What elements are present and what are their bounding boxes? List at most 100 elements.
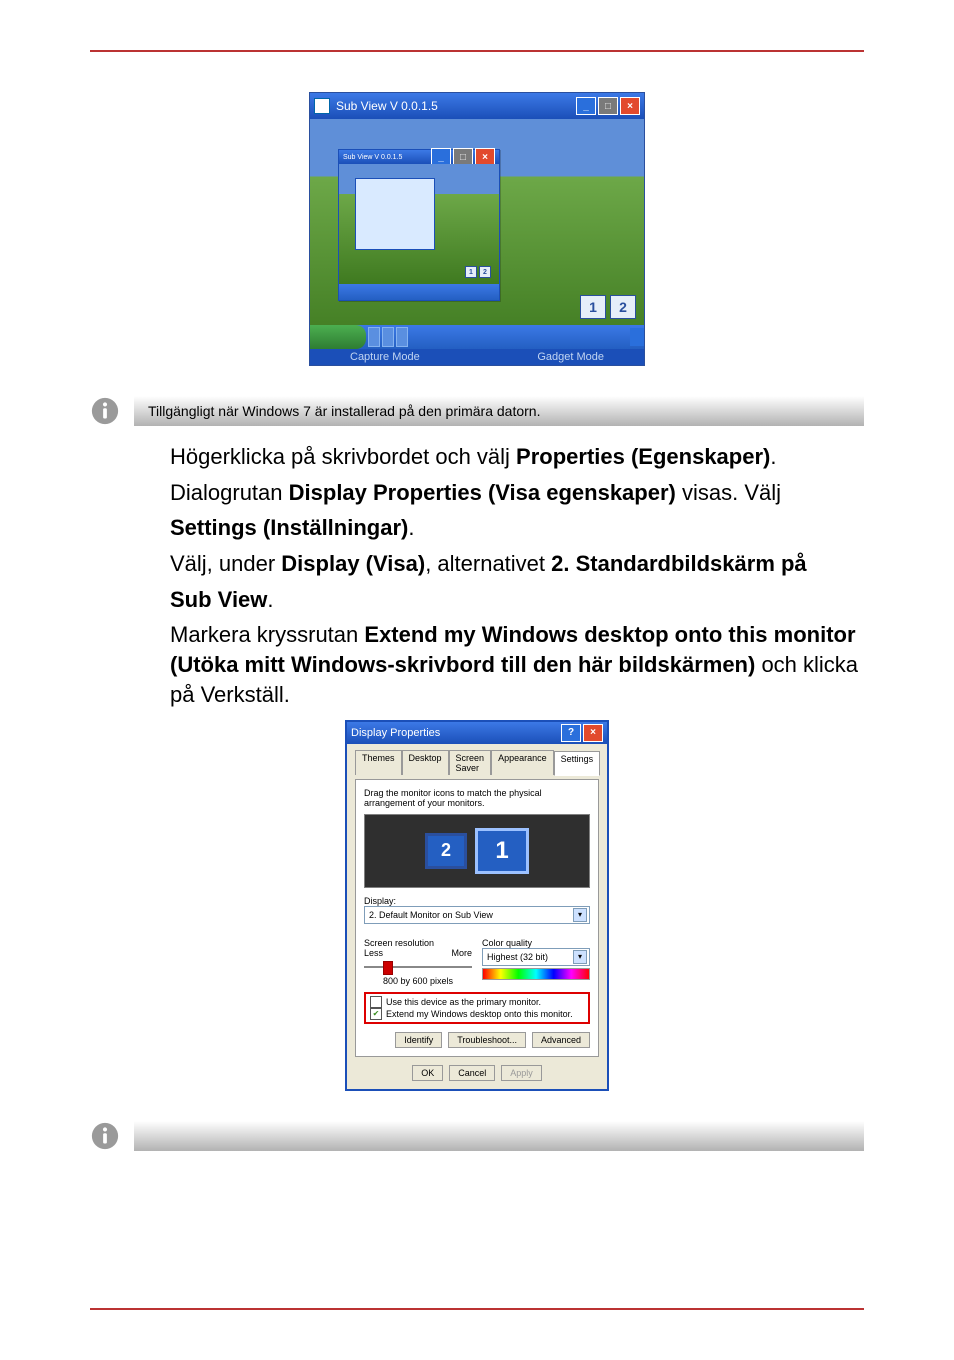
start-button[interactable] [310, 325, 366, 349]
color-quality-group: Color quality Highest (32 bit) ▾ [482, 930, 590, 986]
figure-display-properties: Display Properties ? × Themes Desktop Sc… [90, 720, 864, 1091]
outer-badge-1: 1 [580, 295, 606, 319]
dp-title: Display Properties [351, 727, 561, 739]
inner-monitor-badges: 1 2 [465, 266, 491, 278]
slider-thumb[interactable] [383, 961, 393, 975]
slider-labels: Less More [364, 948, 472, 958]
step-line-4: Välj, under Display (Visa), alternativet… [170, 549, 864, 579]
t-bold: Sub View [170, 587, 267, 612]
monitor-icon-2[interactable]: 2 [425, 833, 467, 869]
checkbox-extend-row: ✔ Extend my Windows desktop onto this mo… [370, 1008, 584, 1020]
info-row-1: Tillgängligt när Windows 7 är installera… [90, 396, 864, 426]
modes-row: Capture Mode Gadget Mode [310, 349, 644, 365]
subview-window: Sub View V 0.0.1.5 _ □ × Sub View V 0.0.… [309, 92, 645, 366]
t: visas. Välj [676, 480, 781, 505]
color-quality-value: Highest (32 bit) [487, 952, 548, 962]
checkbox-extend-label: Extend my Windows desktop onto this moni… [386, 1009, 573, 1019]
t: . [408, 515, 414, 540]
troubleshoot-button[interactable]: Troubleshoot... [448, 1032, 526, 1048]
taskbar-item-3[interactable] [396, 327, 408, 347]
dp-tabs: Themes Desktop Screen Saver Appearance S… [355, 750, 599, 775]
chevron-down-icon: ▾ [573, 950, 587, 964]
t-bold: 2. Standardbildskärm på [551, 551, 807, 576]
taskbar-item-1[interactable] [368, 327, 380, 347]
checkbox-primary[interactable] [370, 996, 382, 1008]
slider-label-more: More [451, 948, 472, 958]
subview-titlebar: Sub View V 0.0.1.5 _ □ × [310, 93, 644, 119]
top-horizontal-rule [90, 50, 864, 52]
step-line-5: Markera kryssrutan Extend my Windows des… [170, 620, 864, 709]
t: Högerklicka på skrivbordet och välj [170, 444, 516, 469]
window-buttons: _ □ × [576, 97, 640, 115]
apply-button[interactable]: Apply [501, 1065, 542, 1081]
system-tray[interactable] [630, 328, 644, 346]
info-band-2 [134, 1121, 864, 1151]
dp-button-row-1: Identify Troubleshoot... Advanced [364, 1032, 590, 1048]
taskbar-item-2[interactable] [382, 327, 394, 347]
monitor-arranger[interactable]: 2 1 [364, 814, 590, 888]
gadget-mode-label: Gadget Mode [537, 351, 604, 363]
minimize-button[interactable]: _ [576, 97, 596, 115]
cancel-button[interactable]: Cancel [449, 1065, 495, 1081]
info-icon [90, 396, 120, 426]
color-quality-select[interactable]: Highest (32 bit) ▾ [482, 948, 590, 966]
t-bold: Display Properties (Visa egenskaper) [289, 480, 676, 505]
inner-subview-window: Sub View V 0.0.1.5 _ □ × 1 2 [338, 149, 500, 301]
dp-help-button[interactable]: ? [561, 724, 581, 742]
step-line-2: Dialogrutan Display Properties (Visa ege… [170, 478, 864, 508]
identify-button[interactable]: Identify [395, 1032, 442, 1048]
resolution-group: Screen resolution Less More 800 by 600 p… [364, 930, 472, 986]
checkbox-primary-label: Use this device as the primary monitor. [386, 997, 541, 1007]
outer-badge-2: 2 [610, 295, 636, 319]
resolution-slider[interactable] [364, 960, 472, 974]
capture-mode-label: Capture Mode [350, 351, 420, 363]
t-bold: Display (Visa) [281, 551, 425, 576]
info-row-2 [90, 1121, 864, 1151]
outer-desktop: Sub View V 0.0.1.5 _ □ × 1 2 [310, 119, 644, 349]
tab-desktop[interactable]: Desktop [402, 750, 449, 775]
display-label: Display: [364, 896, 590, 906]
info-text-1: Tillgängligt när Windows 7 är installera… [148, 403, 540, 419]
slider-label-less: Less [364, 948, 383, 958]
tab-appearance[interactable]: Appearance [491, 750, 554, 775]
dp-settings-panel: Drag the monitor icons to match the phys… [355, 779, 599, 1057]
t: . [267, 587, 273, 612]
figure-subview-screenshot: Sub View V 0.0.1.5 _ □ × Sub View V 0.0.… [90, 92, 864, 366]
display-select[interactable]: 2. Default Monitor on Sub View ▾ [364, 906, 590, 924]
bottom-horizontal-rule [90, 1308, 864, 1310]
advanced-button[interactable]: Advanced [532, 1032, 590, 1048]
close-button[interactable]: × [620, 97, 640, 115]
doc-body-text: Högerklicka på skrivbordet och välj Prop… [170, 442, 864, 710]
t-bold: Settings (Inställningar) [170, 515, 408, 540]
subview-title: Sub View V 0.0.1.5 [336, 99, 576, 113]
tab-themes[interactable]: Themes [355, 750, 402, 775]
display-select-value: 2. Default Monitor on Sub View [369, 910, 493, 920]
maximize-button[interactable]: □ [598, 97, 618, 115]
t: Välj, under [170, 551, 281, 576]
dp-drag-instruction: Drag the monitor icons to match the phys… [364, 788, 590, 808]
slider-track [364, 966, 472, 968]
inner-title: Sub View V 0.0.1.5 [343, 154, 431, 161]
dp-titlebar: Display Properties ? × [347, 722, 607, 744]
info-icon [90, 1121, 120, 1151]
tab-settings[interactable]: Settings [554, 751, 601, 776]
dp-body: Themes Desktop Screen Saver Appearance S… [347, 744, 607, 1089]
t: Dialogrutan [170, 480, 289, 505]
outer-taskbar [310, 325, 644, 349]
monitor-icon-1[interactable]: 1 [475, 828, 529, 874]
display-properties-dialog: Display Properties ? × Themes Desktop Sc… [345, 720, 609, 1091]
app-icon [314, 98, 330, 114]
inner-taskbar [339, 284, 499, 300]
resolution-readout: 800 by 600 pixels [364, 976, 472, 986]
inner-badge-1: 1 [465, 266, 477, 278]
highlighted-checkboxes: Use this device as the primary monitor. … [364, 992, 590, 1024]
screen-resolution-label: Screen resolution [364, 938, 472, 948]
step-line-3: Settings (Inställningar). [170, 513, 864, 543]
ok-button[interactable]: OK [412, 1065, 443, 1081]
inner-titlebar: Sub View V 0.0.1.5 _ □ × [339, 150, 499, 164]
t: . [770, 444, 776, 469]
color-quality-label: Color quality [482, 938, 590, 948]
tab-screensaver[interactable]: Screen Saver [449, 750, 492, 775]
dp-close-button[interactable]: × [583, 724, 603, 742]
checkbox-extend[interactable]: ✔ [370, 1008, 382, 1020]
